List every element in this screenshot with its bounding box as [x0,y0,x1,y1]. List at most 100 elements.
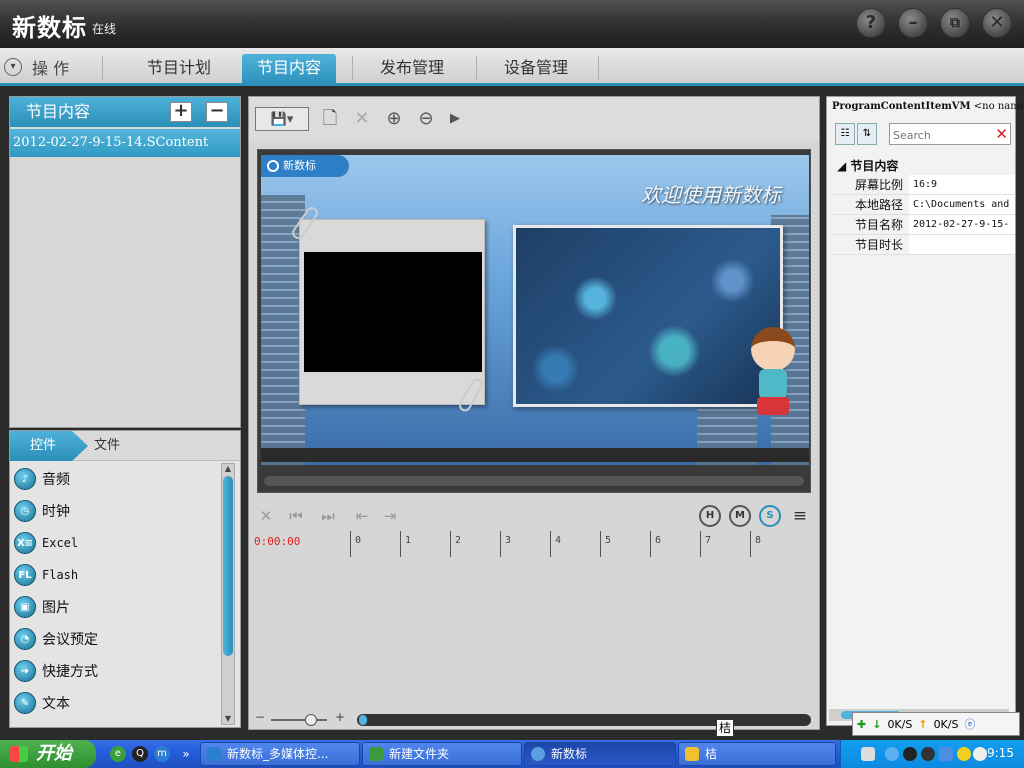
design-canvas[interactable]: 新数标 欢迎使用新数标 [261,155,809,465]
timeline-scrollbar[interactable] [357,714,811,726]
scroll-down-icon[interactable]: ▼ [222,714,234,724]
content-list-item[interactable]: 2012-02-27-9-15-14.SContent [10,129,240,157]
control-label: Flash [42,568,79,582]
control-item-meeting[interactable]: ◔ 会议预定 [10,623,218,655]
zoom-minus-icon[interactable]: − [255,710,265,724]
skip-forward-icon[interactable]: ⏭ [317,505,339,527]
tab-program-plan[interactable]: 节目计划 [120,54,238,86]
sort-alpha-icon[interactable]: ⇅ [857,123,877,145]
object-type: ProgramContentItemVM [832,101,971,112]
image-frame[interactable] [513,225,783,407]
property-grid: ◢ 节目内容 屏幕比例 16:9 本地路径 C:\Documents and 节… [831,157,1015,255]
control-item-text[interactable]: ✎ 文本 [10,687,218,719]
indent-icon[interactable]: ⇥ [379,505,401,527]
operations-menu[interactable]: ▾ 操 作 [4,56,69,78]
restore-button[interactable]: ⧉ [940,8,970,38]
zoom-slider-knob[interactable] [305,714,317,726]
taskbar-item[interactable]: 新数标 [524,742,676,766]
remove-content-button[interactable]: − [206,102,228,122]
qq-icon[interactable] [921,747,935,761]
help-button[interactable]: ? [856,8,886,38]
download-speed: 0K/S [887,717,913,731]
scroll-up-icon[interactable]: ▲ [222,464,234,474]
taskbar-item[interactable]: 桔 [678,742,836,766]
categorized-icon[interactable]: ☷ [835,123,855,145]
quicklaunch-icon[interactable]: e [110,746,126,762]
welcome-text[interactable]: 欢迎使用新数标 [641,179,781,208]
video-area[interactable] [304,252,482,372]
tab-program-content[interactable]: 节目内容 [242,54,336,86]
expand-icon[interactable]: » [178,746,194,762]
control-item-picture[interactable]: ▣ 图片 [10,591,218,623]
new-page-icon[interactable]: 🗋 [319,107,341,131]
control-item-audio[interactable]: ♪ 音频 [10,463,218,495]
tab-controls[interactable]: 控件 [10,431,88,461]
tab-files[interactable]: 文件 [94,431,120,461]
zoom-in-icon[interactable]: ⊕ [383,107,405,131]
volume-icon[interactable] [973,747,987,761]
qq-icon[interactable] [903,747,917,761]
property-category[interactable]: ◢ 节目内容 [831,157,1015,175]
tick [550,531,551,557]
network-plus-icon[interactable]: ✚ [857,718,866,731]
network-monitor: ✚ ↓ 0K/S ↑ 0K/S ⓔ [852,712,1020,736]
app-icon[interactable]: m [154,746,170,762]
network-icon[interactable] [939,747,953,761]
close-button[interactable]: ✕ [982,8,1012,38]
controls-scrollbar[interactable]: ▲ ▼ [221,463,235,725]
timeline-ruler[interactable]: 0:00:00 0 1 2 3 4 5 6 7 8 [249,531,819,561]
zoom-plus-icon[interactable]: + [335,710,345,724]
canvas-scrollbar[interactable] [264,476,804,486]
tab-device-management[interactable]: 设备管理 [484,54,588,86]
property-value[interactable]: 2012-02-27-9-15- [909,215,1015,234]
panel-title: 节目内容 [26,102,91,121]
control-item-excel[interactable]: X≡ Excel [10,527,218,559]
control-label: 时钟 [42,504,70,520]
collapse-icon[interactable]: ◢ [837,159,850,173]
skip-back-icon[interactable]: ⏮ [285,505,307,527]
menu-bar: ▾ 操 作 节目计划 节目内容 发布管理 设备管理 [0,48,1024,86]
property-value[interactable]: C:\Documents and [909,195,1015,214]
control-item-clock[interactable]: ◷ 时钟 [10,495,218,527]
control-item-flash[interactable]: FL Flash [10,559,218,591]
control-item-shortcut[interactable]: ➜ 快捷方式 [10,655,218,687]
taskbar-item[interactable]: 新建文件夹 [362,742,522,766]
second-scale-button[interactable]: S [759,505,781,527]
zoom-out-icon[interactable]: ⊖ [415,107,437,131]
property-object-title: ProgramContentItemVM <no name> [832,101,1024,112]
qq-icon[interactable]: Q [132,746,148,762]
close-icon[interactable]: ✕ [255,505,277,527]
property-value[interactable]: 16:9 [909,175,1015,194]
browser-icon[interactable]: ⓔ [964,716,975,732]
add-content-button[interactable]: + [170,102,192,122]
outdent-icon[interactable]: ⇤ [351,505,373,527]
minute-scale-button[interactable]: M [729,505,751,527]
start-button[interactable]: 开始 [0,740,96,768]
timeline-zoom-slider[interactable] [271,714,327,726]
excel-icon: X≡ [14,532,36,554]
clear-search-icon[interactable]: ✕ [995,125,1008,143]
search-input[interactable] [890,125,986,146]
scroll-thumb[interactable] [359,715,367,725]
delete-icon[interactable]: ✕ [351,107,373,131]
tick-label: 1 [405,535,412,546]
menu-icon[interactable]: ≡ [789,505,811,527]
save-button[interactable]: 💾▾ [255,107,309,131]
scroll-thumb[interactable] [223,476,233,656]
app-icon [531,747,545,761]
online-status: 在线 [92,22,117,36]
chevron-left-icon[interactable] [885,747,899,761]
ticker-bar[interactable] [261,448,809,462]
video-frame[interactable] [299,219,485,405]
plus-icon[interactable] [957,747,971,761]
tick [350,531,351,557]
keyboard-icon[interactable] [861,747,875,761]
taskbar-item[interactable]: 新数标_多媒体控... [200,742,360,766]
logo-badge: 新数标 [261,155,349,177]
hour-scale-button[interactable]: H [699,505,721,527]
tab-publish-management[interactable]: 发布管理 [360,54,464,86]
property-key: 屏幕比例 [831,175,909,194]
play-icon[interactable]: ▶ [447,107,463,131]
property-value[interactable] [909,235,1015,254]
minimize-button[interactable]: – [898,8,928,38]
